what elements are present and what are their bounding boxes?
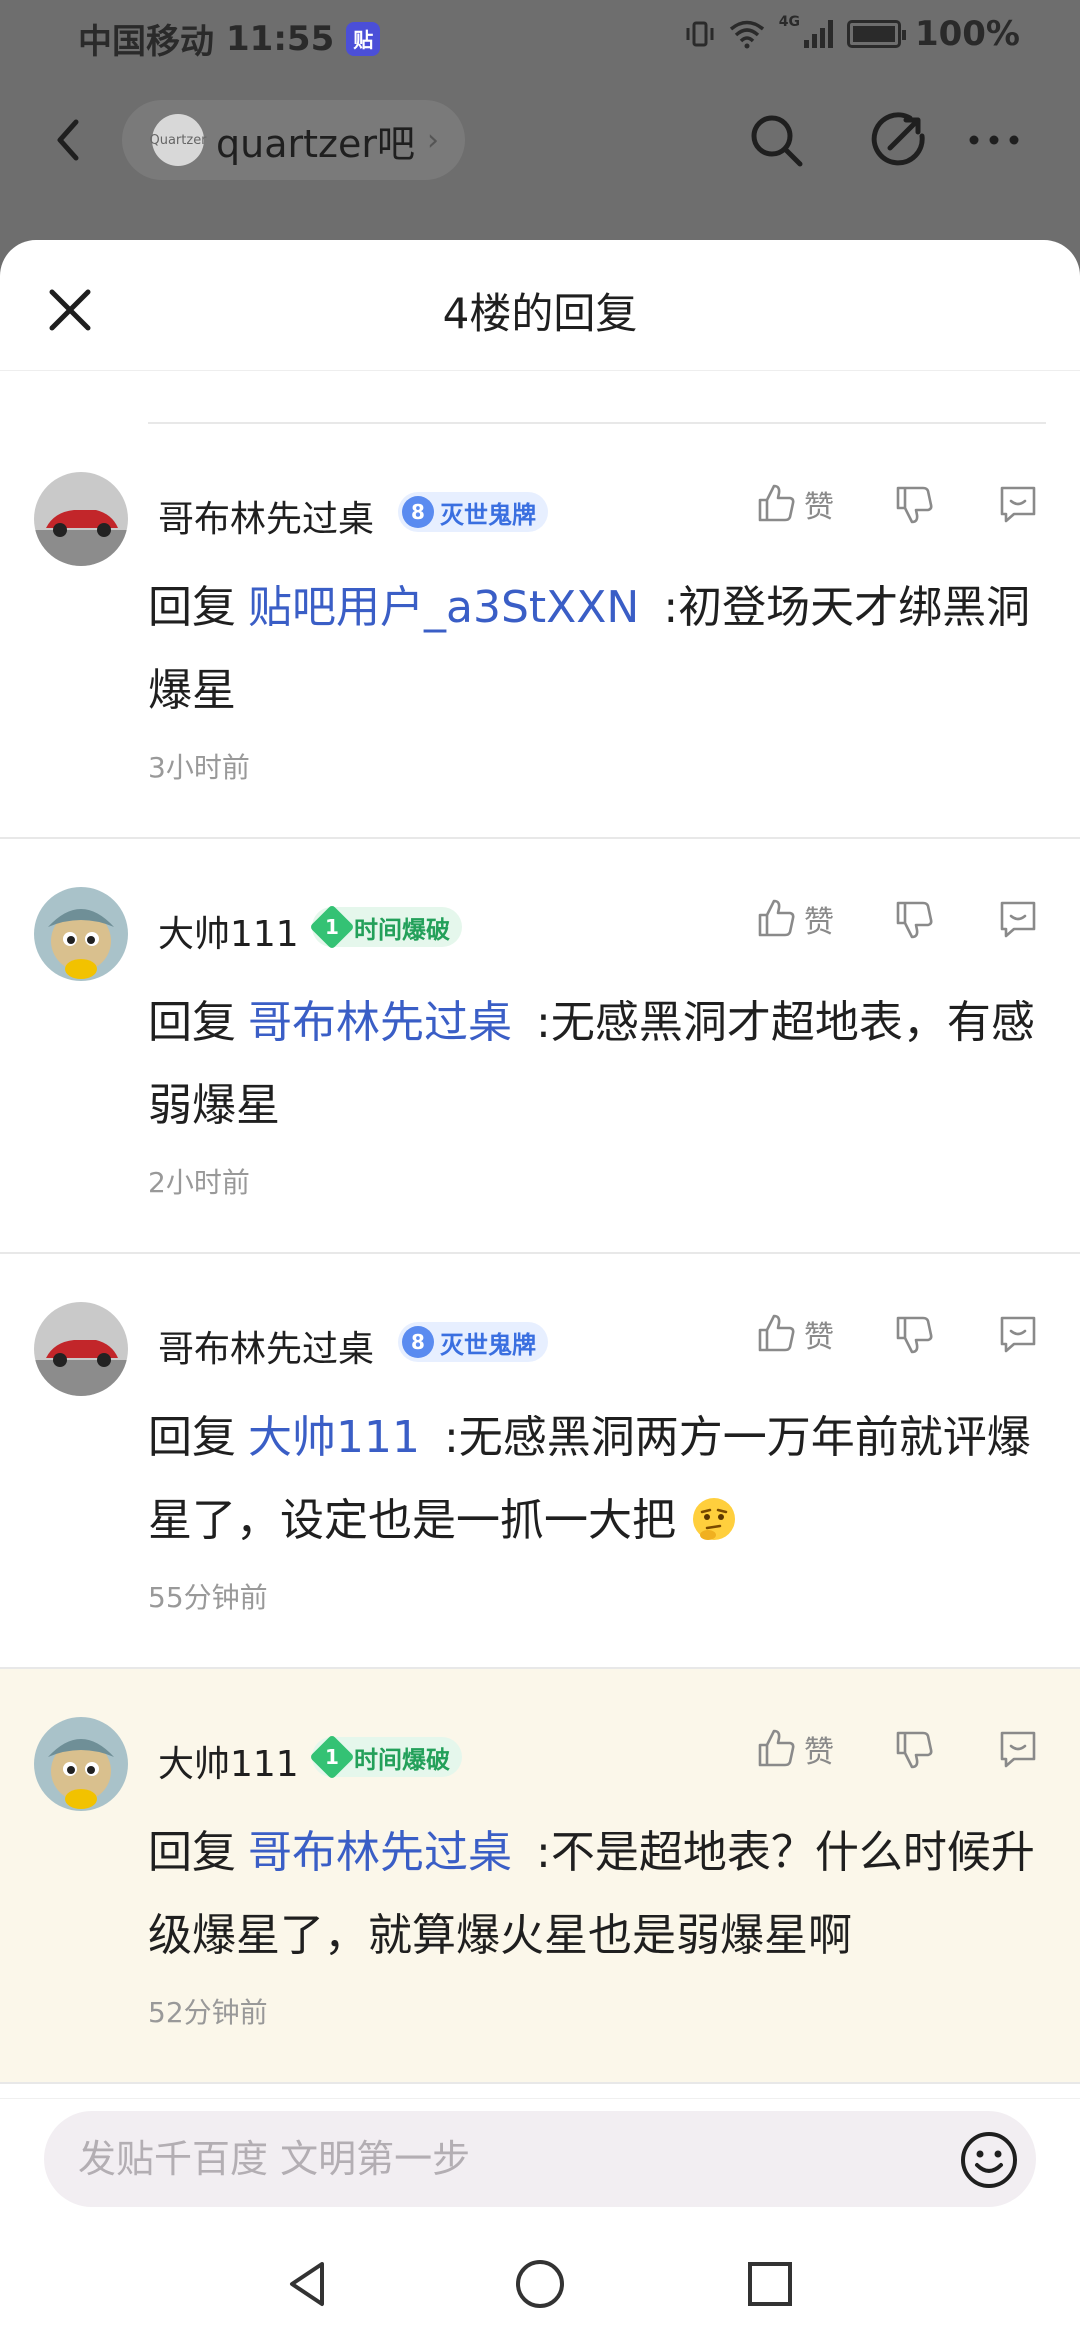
system-nav-bar <box>0 2228 1080 2340</box>
home-circle-icon[interactable] <box>512 2256 568 2312</box>
badge-level-number: 1 <box>325 914 339 939</box>
level-badge: 8 灭世鬼牌 <box>398 492 548 532</box>
comment-icon[interactable] <box>996 482 1040 526</box>
comment-input[interactable] <box>44 2111 1036 2207</box>
reply-content: 回复 大帅111:无感黑洞两方一万年前就评爆星了，设定也是一抓一大把 <box>148 1396 1046 1562</box>
reply-prefix: 回复 <box>148 1827 236 1878</box>
reply-list: 哥布林先过桌 8 灭世鬼牌 赞 回复 贴吧用户_a3StXXN:初登场天才绑黑洞爆星… <box>0 370 1080 2084</box>
mention-link[interactable]: 哥布林先过桌 <box>248 997 512 1048</box>
mention-link[interactable]: 贴吧用户_a3StXXN <box>248 582 639 633</box>
avatar[interactable] <box>34 1717 128 1811</box>
badge-title: 时间爆破 <box>354 1745 450 1774</box>
username[interactable]: 哥布林先过桌 <box>158 490 374 542</box>
reply-item[interactable]: 大帅111 1 时间爆破 赞 回复 哥布林先过桌:无感黑洞才超地表，有感弱爆星 2小… <box>0 839 1080 1254</box>
replies-sheet: 4楼的回复 哥布林先过桌 8 灭世鬼牌 赞 回复 贴吧用户_a3StXXN:初登场天… <box>0 240 1080 2340</box>
reply-actions: 赞 <box>754 1312 1040 1356</box>
reply-time: 3小时前 <box>148 751 250 784</box>
signal-icon <box>803 20 833 48</box>
chevron-right-icon: › <box>426 122 439 158</box>
like-icon <box>758 484 795 522</box>
avatar[interactable] <box>34 887 128 981</box>
dislike-icon[interactable] <box>892 897 936 941</box>
badge-level-number: 1 <box>325 1744 339 1769</box>
reply-item[interactable]: 哥布林先过桌 8 灭世鬼牌 赞 回复 贴吧用户_a3StXXN:初登场天才绑黑洞爆星… <box>0 424 1080 839</box>
reply-time: 52分钟前 <box>148 1996 268 2029</box>
status-indicators: 4G 100% <box>685 14 1020 54</box>
thinking-emoji-icon <box>693 1498 735 1540</box>
level-badge: 8 灭世鬼牌 <box>398 1322 548 1362</box>
more-icon[interactable] <box>962 108 1026 172</box>
reply-time: 55分钟前 <box>148 1581 268 1614</box>
reply-actions: 赞 <box>754 1727 1040 1771</box>
dislike-icon[interactable] <box>892 1312 936 1356</box>
reply-prefix: 回复 <box>148 1412 236 1463</box>
tieba-notification-icon: 贴 <box>346 21 381 56</box>
reply-content: 回复 贴吧用户_a3StXXN:初登场天才绑黑洞爆星 <box>148 566 1046 732</box>
like-label: 赞 <box>804 490 834 525</box>
battery-percent: 100% <box>914 14 1020 54</box>
reply-content: 回复 哥布林先过桌:无感黑洞才超地表，有感弱爆星 <box>148 981 1046 1147</box>
back-icon[interactable] <box>40 108 100 172</box>
username[interactable]: 哥布林先过桌 <box>158 1320 374 1372</box>
like-label: 赞 <box>804 1320 834 1355</box>
like-button[interactable]: 赞 <box>754 1312 834 1356</box>
reply-content: 回复 哥布林先过桌:不是超地表？什么时候升级爆星了，就算爆火星也是弱爆星啊 <box>148 1811 1046 1977</box>
avatar[interactable] <box>34 1302 128 1396</box>
status-bar: 中国移动 11:55 贴 4G 100% <box>0 0 1080 80</box>
mention-link[interactable]: 大帅111 <box>248 1412 420 1463</box>
forum-pill[interactable]: Quartzer quartzer吧 › <box>122 100 465 180</box>
back-triangle-icon[interactable] <box>280 2256 336 2312</box>
comment-icon[interactable] <box>996 897 1040 941</box>
badge-level: 1 <box>309 1734 355 1780</box>
mention-link[interactable]: 哥布林先过桌 <box>248 1827 512 1878</box>
badge-title: 灭世鬼牌 <box>440 1330 536 1359</box>
carrier-time: 中国移动 11:55 贴 <box>78 14 381 63</box>
level-badge: 1 时间爆破 <box>309 1734 462 1780</box>
battery-icon <box>846 20 906 48</box>
avatar[interactable] <box>34 472 128 566</box>
dislike-icon[interactable] <box>892 1727 936 1771</box>
reply-time: 2小时前 <box>148 1166 250 1199</box>
carrier-label: 中国移动 <box>78 22 214 62</box>
forum-logo: Quartzer <box>149 114 207 166</box>
reply-actions: 赞 <box>754 482 1040 526</box>
like-icon <box>758 899 795 937</box>
like-icon <box>758 1314 795 1352</box>
username[interactable]: 大帅111 <box>158 1735 299 1787</box>
top-nav: Quartzer quartzer吧 › <box>0 90 1080 190</box>
like-button[interactable]: 赞 <box>754 1727 834 1771</box>
share-icon[interactable] <box>866 108 930 172</box>
like-button[interactable]: 赞 <box>754 897 834 941</box>
sheet-title: 4楼的回复 <box>442 289 638 338</box>
reply-prefix: 回复 <box>148 582 236 633</box>
recents-square-icon[interactable] <box>742 2256 798 2312</box>
like-label: 赞 <box>804 905 834 940</box>
network-type: 4G <box>778 14 800 30</box>
username[interactable]: 大帅111 <box>158 905 299 957</box>
comment-icon[interactable] <box>996 1727 1040 1771</box>
wifi-icon <box>729 20 764 49</box>
reply-item-highlighted[interactable]: 大帅111 1 时间爆破 赞 回复 哥布林先过桌:不是超地表？什么时候升级爆星了，就… <box>0 1669 1080 2084</box>
vibrate-icon <box>686 21 714 47</box>
dislike-icon[interactable] <box>892 482 936 526</box>
sheet-header: 4楼的回复 <box>0 240 1080 371</box>
search-icon[interactable] <box>744 108 808 172</box>
reply-actions: 赞 <box>754 897 1040 941</box>
like-icon <box>758 1729 795 1767</box>
like-label: 赞 <box>804 1735 834 1770</box>
comment-composer <box>0 2098 1080 2229</box>
reply-item[interactable]: 哥布林先过桌 8 灭世鬼牌 赞 回复 大帅111:无感黑洞两方一万年前就评爆星了，设… <box>0 1254 1080 1669</box>
reply-prefix: 回复 <box>148 997 236 1048</box>
like-button[interactable]: 赞 <box>754 482 834 526</box>
clock: 11:55 <box>226 18 335 59</box>
forum-name: quartzer吧 <box>216 121 415 166</box>
badge-title: 时间爆破 <box>354 915 450 944</box>
badge-level: 8 <box>402 1326 434 1358</box>
emoji-icon[interactable] <box>958 2129 1020 2191</box>
comment-icon[interactable] <box>996 1312 1040 1356</box>
badge-title: 灭世鬼牌 <box>440 500 536 529</box>
badge-level: 1 <box>309 904 355 950</box>
badge-level: 8 <box>402 496 434 528</box>
level-badge: 1 时间爆破 <box>309 904 462 950</box>
